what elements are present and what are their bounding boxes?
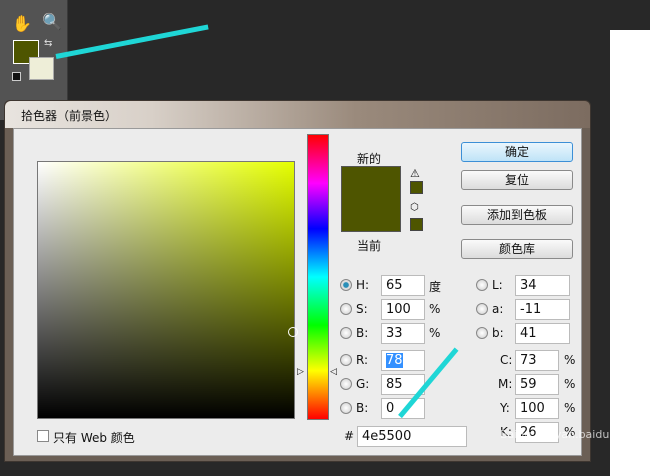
radio-h[interactable]: [340, 279, 352, 291]
color-picker-dialog: 拾色器（前景色） ▷ ◁ 新的 当前 ⚠ ⬡ 确定 复位 添加到色板 颜色库 H…: [4, 100, 591, 462]
r-value-selected: 78: [386, 353, 403, 368]
color-field-marker: [288, 327, 298, 337]
current-label: 当前: [357, 239, 382, 253]
c-input[interactable]: 73: [515, 350, 559, 371]
web-safe-swatch[interactable]: [410, 218, 423, 231]
radio-s[interactable]: [340, 303, 352, 315]
l-label: L:: [492, 278, 503, 292]
s-label: S:: [356, 302, 368, 316]
radio-l[interactable]: [476, 279, 488, 291]
hex-input[interactable]: 4e5500: [357, 426, 467, 447]
a-input[interactable]: -11: [515, 299, 570, 320]
web-safe-cube-icon[interactable]: ⬡: [410, 202, 419, 213]
radio-lab-b[interactable]: [476, 327, 488, 339]
hue-slider[interactable]: [307, 134, 329, 420]
hex-label: #: [344, 429, 355, 443]
ok-button[interactable]: 确定: [461, 142, 573, 162]
blue-label: B:: [356, 401, 369, 415]
web-only-checkbox[interactable]: [37, 430, 49, 442]
web-only-label: 只有 Web 颜色: [53, 431, 135, 445]
current-color-swatch[interactable]: [341, 199, 401, 232]
hue-slider-handle-right[interactable]: ◁: [330, 367, 337, 377]
l-input[interactable]: 34: [515, 275, 570, 296]
swap-colors-icon[interactable]: ⇆: [44, 38, 52, 49]
y-label: Y:: [500, 401, 510, 415]
s-input[interactable]: 100: [381, 299, 425, 320]
dialog-title: 拾色器（前景色）: [5, 101, 590, 128]
new-color-swatch: [341, 166, 401, 199]
m-label: M:: [498, 377, 513, 391]
h-unit: 度: [429, 280, 442, 294]
brightness-unit: %: [429, 326, 441, 340]
brightness-input[interactable]: 33: [381, 323, 425, 344]
brightness-label: B:: [356, 326, 369, 340]
default-colors-icon[interactable]: [12, 72, 21, 81]
annotation-arrow: [55, 24, 209, 59]
h-label: H:: [356, 278, 370, 292]
hue-slider-handle[interactable]: ▷: [297, 367, 304, 377]
radio-a[interactable]: [476, 303, 488, 315]
c-label: C:: [500, 353, 513, 367]
document-canvas: [610, 30, 650, 476]
gamut-swatch[interactable]: [410, 181, 423, 194]
zoom-tool-icon[interactable]: 🔍: [42, 12, 62, 31]
h-input[interactable]: 65: [381, 275, 425, 296]
new-label: 新的: [357, 152, 382, 166]
g-label: G:: [356, 377, 370, 391]
s-unit: %: [429, 302, 441, 316]
watermark: Baidu jingyan.baidu: [500, 428, 610, 441]
y-unit: %: [564, 401, 576, 415]
hand-tool-icon[interactable]: ✋: [12, 14, 32, 33]
y-input[interactable]: 100: [515, 398, 559, 419]
color-libraries-button[interactable]: 颜色库: [461, 239, 573, 259]
lab-b-input[interactable]: 41: [515, 323, 570, 344]
background-color-swatch[interactable]: [29, 57, 54, 80]
m-input[interactable]: 59: [515, 374, 559, 395]
radio-blue[interactable]: [340, 402, 352, 414]
radio-brightness[interactable]: [340, 327, 352, 339]
m-unit: %: [564, 377, 576, 391]
r-label: R:: [356, 353, 369, 367]
lab-b-label: b:: [492, 326, 504, 340]
color-field[interactable]: [37, 161, 295, 419]
radio-g[interactable]: [340, 378, 352, 390]
gamut-warning-icon[interactable]: ⚠: [410, 167, 420, 180]
r-input[interactable]: 78: [381, 350, 425, 371]
c-unit: %: [564, 353, 576, 367]
a-label: a:: [492, 302, 504, 316]
reset-button[interactable]: 复位: [461, 170, 573, 190]
radio-r[interactable]: [340, 354, 352, 366]
add-to-swatches-button[interactable]: 添加到色板: [461, 205, 573, 225]
